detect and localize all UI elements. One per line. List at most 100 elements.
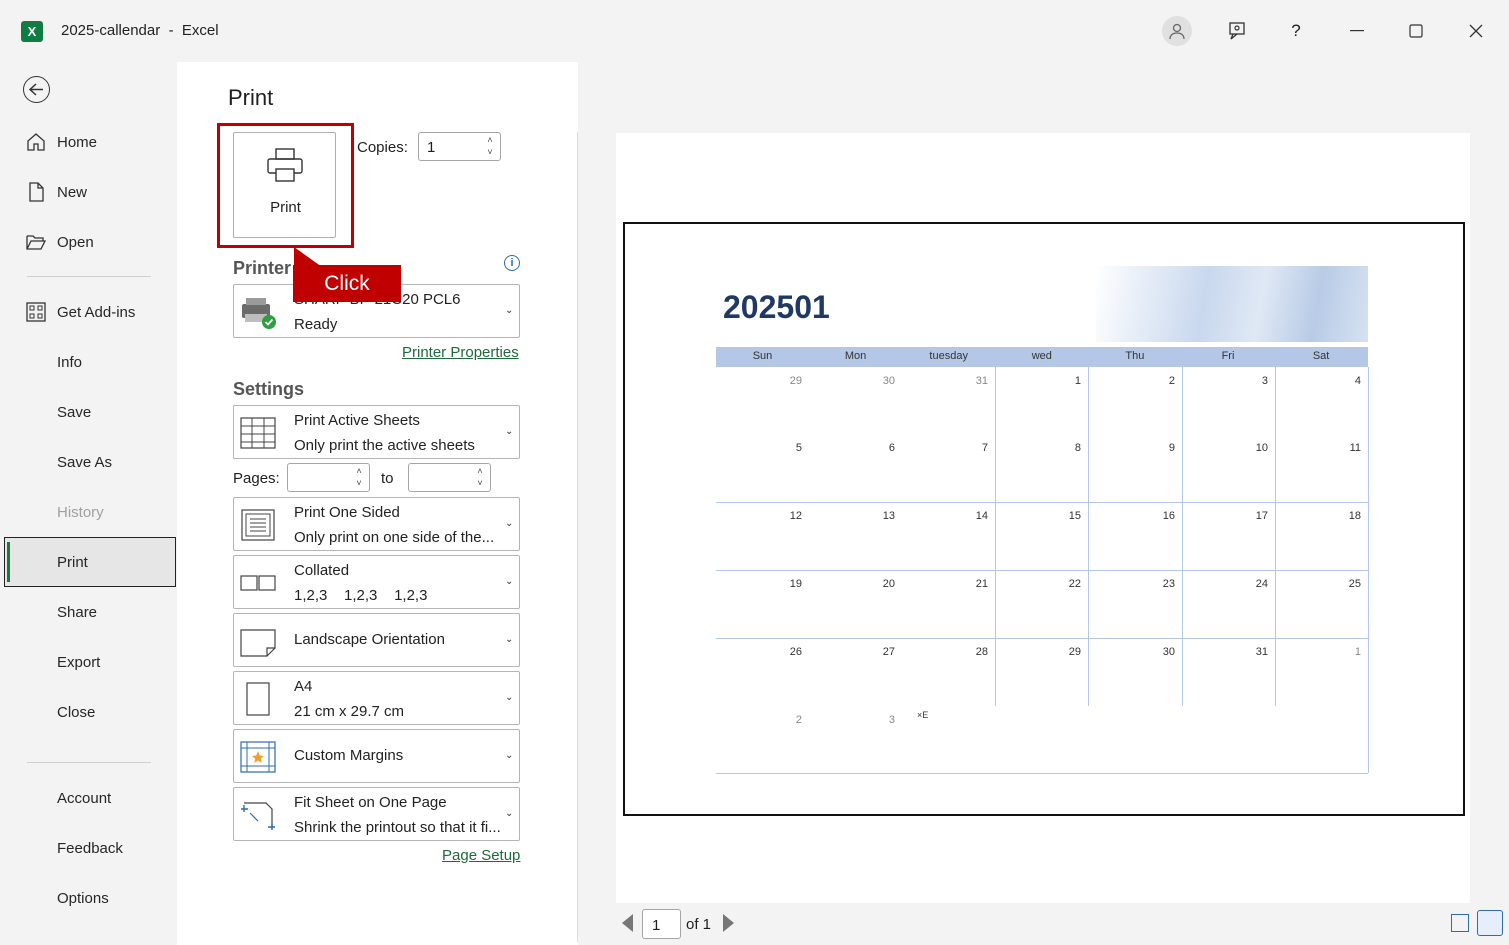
scaling-dropdown[interactable]: Fit Sheet on One Page Shrink the printou… — [233, 787, 520, 841]
extra-mark: ×E — [917, 710, 929, 720]
calendar-day: 23 — [1162, 578, 1175, 590]
chevron-down-icon: ⌄ — [505, 634, 514, 645]
nav-feedback[interactable]: Feedback — [57, 840, 123, 857]
chevron-down-icon: ⌄ — [505, 305, 514, 316]
calendar-day: 21 — [975, 578, 988, 590]
calendar-day: 10 — [1255, 442, 1268, 454]
orientation-dropdown[interactable]: Landscape Orientation ⌄ — [233, 613, 520, 667]
calendar-day: 1 — [1074, 375, 1081, 387]
print-sided-dropdown[interactable]: Print One Sided Only print on one side o… — [233, 497, 520, 551]
info-icon[interactable]: i — [504, 255, 520, 271]
person-icon — [1169, 23, 1185, 40]
custom-margins-icon — [240, 741, 276, 773]
calendar-day: 17 — [1255, 510, 1268, 522]
nav-save[interactable]: Save — [57, 404, 91, 421]
weekday-label: tuesday — [929, 350, 968, 362]
account-avatar[interactable] — [1162, 16, 1192, 46]
nav-close[interactable]: Close — [57, 704, 95, 721]
grid-line — [1088, 347, 1089, 706]
close-icon[interactable] — [1458, 14, 1494, 48]
print-what-dropdown[interactable]: Print Active Sheets Only print the activ… — [233, 405, 520, 459]
previous-page-icon[interactable] — [622, 914, 633, 932]
print-sided-desc: Only print on one side of the... — [294, 529, 495, 546]
print-what-title: Print Active Sheets — [294, 412, 420, 429]
nav-export[interactable]: Export — [57, 654, 100, 671]
calendar-day: 5 — [795, 442, 802, 454]
grid-line — [1368, 367, 1369, 773]
weekday-label: wed — [1031, 350, 1052, 362]
new-document-icon — [29, 182, 44, 202]
copies-stepper[interactable]: 1 ˄ ˅ — [418, 132, 501, 161]
nav-share[interactable]: Share — [57, 604, 97, 621]
next-page-icon[interactable] — [723, 914, 734, 932]
back-button[interactable] — [23, 76, 50, 103]
weekday-label: Sat — [1312, 350, 1330, 362]
page-setup-link[interactable]: Page Setup — [442, 847, 520, 864]
printer-device-icon — [242, 298, 276, 329]
calendar-day: 31 — [1255, 646, 1268, 658]
show-margins-icon[interactable] — [1451, 914, 1469, 932]
landscape-page-icon — [240, 629, 276, 657]
calendar-day: 19 — [789, 578, 802, 590]
nav-open[interactable]: Open — [57, 234, 94, 251]
collate-dropdown[interactable]: Collated 1,2,3 1,2,3 1,2,3 ⌄ — [233, 555, 520, 609]
orientation-label: Landscape Orientation — [294, 631, 445, 648]
nav-info[interactable]: Info — [57, 354, 82, 371]
printer-properties-link[interactable]: Printer Properties — [402, 344, 519, 361]
paper-size-title: A4 — [294, 678, 313, 695]
back-arrow-icon — [29, 83, 43, 96]
print-highlight-box — [217, 123, 354, 248]
stepper-arrows-icon[interactable]: ˄ ˅ — [485, 134, 495, 160]
grid-line — [716, 638, 1368, 639]
nav-options[interactable]: Options — [57, 890, 109, 907]
nav-get-add-ins[interactable]: Get Add-ins — [57, 304, 135, 321]
grid-line — [1275, 347, 1276, 706]
calendar-day: 9 — [1168, 442, 1175, 454]
grid-line — [716, 570, 1368, 571]
nav-save-as[interactable]: Save As — [57, 454, 112, 471]
nav-home[interactable]: Home — [57, 134, 97, 151]
page-count: of 1 — [686, 916, 712, 933]
calendar-day: 27 — [882, 646, 895, 658]
nav-print[interactable]: Print — [57, 554, 88, 571]
page-number-input[interactable]: 1 — [642, 909, 681, 939]
printer-section-title: Printer — [233, 258, 292, 278]
calendar-day: 20 — [882, 578, 895, 590]
paper-size-desc: 21 cm x 29.7 cm — [294, 703, 405, 720]
grid-line — [995, 347, 996, 706]
snow-header-image — [1096, 266, 1368, 342]
pages-to-input[interactable]: ˄ ˅ — [408, 463, 491, 492]
margins-dropdown[interactable]: Custom Margins ⌄ — [233, 729, 520, 783]
print-sided-title: Print One Sided — [294, 504, 400, 521]
page-title: Print — [228, 85, 274, 110]
nav-account[interactable]: Account — [57, 790, 111, 807]
paper-size-dropdown[interactable]: A4 21 cm x 29.7 cm ⌄ — [233, 671, 520, 725]
one-sided-page-icon — [241, 509, 275, 541]
maximize-icon[interactable] — [1398, 14, 1434, 48]
calendar-day: 15 — [1068, 510, 1081, 522]
nav-divider — [27, 276, 151, 277]
portrait-page-icon — [246, 682, 270, 716]
calendar-day: 3 — [1261, 375, 1268, 387]
calendar-day: 4 — [1354, 375, 1361, 387]
margins-label: Custom Margins — [294, 747, 404, 764]
help-icon[interactable]: ? — [1278, 14, 1314, 48]
excel-icon: X — [21, 21, 43, 42]
calendar-day: 11 — [1349, 442, 1361, 454]
calendar-day: 2 — [795, 714, 802, 726]
minimize-icon[interactable] — [1339, 14, 1375, 48]
feedback-icon[interactable] — [1219, 14, 1255, 48]
stepper-arrows-icon[interactable]: ˄ ˅ — [475, 465, 485, 491]
pages-from-input[interactable]: ˄ ˅ — [287, 463, 370, 492]
stepper-arrows-icon[interactable]: ˄ ˅ — [354, 465, 364, 491]
weekday-label: Mon — [844, 350, 867, 362]
pages-label: Pages: — [233, 470, 280, 487]
title-bar: X 2025-callendar - Excel ? — [0, 0, 1509, 62]
printer-status: Ready — [294, 316, 338, 333]
calendar-day: 18 — [1348, 510, 1361, 522]
nav-new[interactable]: New — [57, 184, 87, 201]
zoom-to-page-icon[interactable] — [1477, 910, 1503, 936]
nav-print-selected[interactable] — [4, 537, 176, 587]
calendar-title: 202501 — [723, 289, 830, 325]
calendar-day: 1 — [1354, 646, 1361, 658]
